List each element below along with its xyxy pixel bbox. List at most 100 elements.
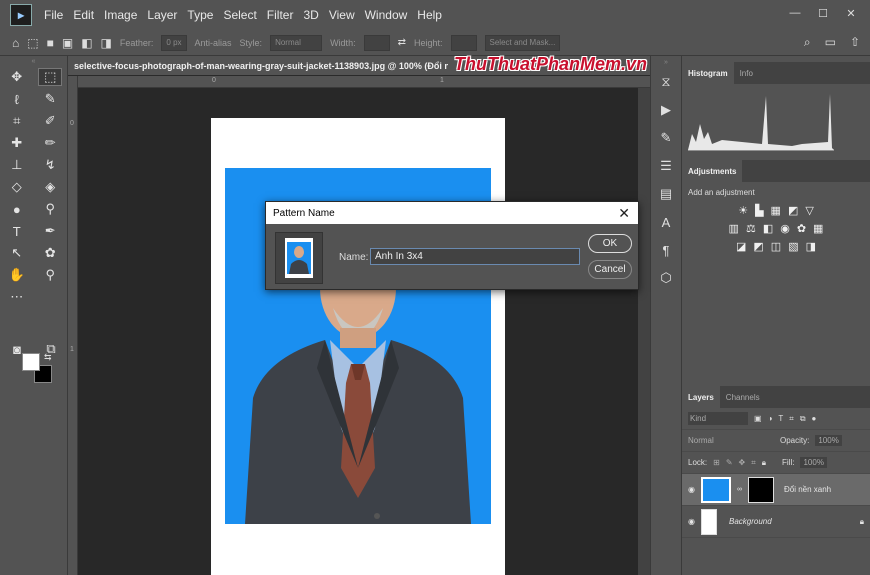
crop-tool-icon[interactable]: ⌗ — [5, 113, 29, 129]
visibility-eye-icon[interactable]: ◉ — [688, 517, 695, 526]
tab-channels[interactable]: Channels — [720, 386, 766, 408]
layer-mask-thumbnail[interactable] — [747, 476, 774, 503]
dock-collapse-icon[interactable]: » — [651, 56, 681, 68]
black-white-icon[interactable]: ◧ — [763, 222, 773, 235]
quick-mask-mode-icon[interactable]: ◙ — [5, 342, 29, 357]
cancel-button[interactable]: Cancel — [588, 260, 632, 279]
close-window-icon[interactable]: ✕ — [838, 4, 864, 22]
zoom-tool-icon[interactable]: ⚲ — [38, 267, 62, 283]
actions-panel-icon[interactable]: ▶ — [651, 96, 681, 124]
color-lookup-icon[interactable]: ▦ — [813, 222, 823, 235]
exposure-icon[interactable]: ◩ — [788, 204, 798, 217]
pen-tool-icon[interactable]: ✒ — [38, 223, 62, 239]
add-selection-icon[interactable]: ▣ — [62, 36, 73, 50]
marquee-preset-icon[interactable]: ⬚ — [27, 36, 38, 50]
opacity-input[interactable]: 100% — [815, 435, 842, 446]
blend-mode-select[interactable]: Normal — [688, 436, 774, 445]
search-icon[interactable]: ⌕ — [804, 35, 811, 50]
lock-artboard-icon[interactable]: ⌗ — [751, 458, 756, 468]
threshold-icon[interactable]: ◫ — [771, 240, 781, 253]
fill-input[interactable]: 100% — [800, 457, 827, 468]
paint-bucket-tool-icon[interactable]: ◈ — [38, 179, 62, 195]
healing-brush-tool-icon[interactable]: ✚ — [5, 135, 29, 151]
canvas-vertical-scrollbar[interactable] — [638, 88, 650, 575]
pattern-name-input[interactable] — [370, 248, 580, 265]
subtract-selection-icon[interactable]: ◧ — [81, 36, 92, 50]
hue-saturation-icon[interactable]: ▥ — [729, 222, 739, 235]
kind-filter-select[interactable]: Kind — [688, 412, 748, 425]
menu-select[interactable]: Select — [223, 8, 256, 22]
vibrance-icon[interactable]: ▽ — [805, 204, 813, 217]
lock-pixels-icon[interactable]: ✎ — [726, 458, 733, 467]
layer-name[interactable]: Đổi nền xanh — [784, 485, 831, 494]
antialias-checkbox[interactable]: Anti-alias — [195, 38, 232, 48]
ok-button[interactable]: OK — [588, 234, 632, 253]
eraser-tool-icon[interactable]: ◇ — [5, 179, 29, 195]
filter-type-icon[interactable]: T — [778, 414, 783, 423]
close-icon[interactable]: ✕ — [618, 205, 630, 222]
visibility-eye-icon[interactable]: ◉ — [688, 485, 695, 494]
dodge-tool-icon[interactable]: ⚲ — [38, 201, 62, 217]
feather-input[interactable]: 0 px — [161, 34, 187, 51]
lock-position-icon[interactable]: ✥ — [739, 458, 746, 467]
type-tool-icon[interactable]: T — [5, 224, 29, 239]
screen-mode-icon[interactable]: ⧉ — [39, 341, 63, 357]
brushes-panel-icon[interactable]: ✎ — [651, 124, 681, 152]
photo-filter-icon[interactable]: ◉ — [780, 222, 790, 235]
path-selection-tool-icon[interactable]: ↖ — [5, 245, 29, 261]
tab-layers[interactable]: Layers — [682, 386, 720, 408]
width-input[interactable] — [363, 34, 390, 51]
brush-tool-icon[interactable]: ✏ — [38, 135, 62, 151]
custom-shape-tool-icon[interactable]: ✿ — [38, 245, 62, 261]
invert-icon[interactable]: ◪ — [736, 240, 746, 253]
tab-histogram[interactable]: Histogram — [682, 62, 734, 84]
tab-adjustments[interactable]: Adjustments — [682, 160, 743, 182]
levels-icon[interactable]: ▙ — [755, 204, 763, 217]
paragraph-panel-icon[interactable]: ¶ — [651, 236, 681, 264]
filter-pixel-icon[interactable]: ▣ — [754, 414, 762, 423]
style-select[interactable]: Normal — [270, 34, 323, 51]
filter-adjustment-icon[interactable]: ◑ — [768, 414, 773, 423]
brightness-contrast-icon[interactable]: ☀ — [738, 204, 748, 217]
menu-file[interactable]: File — [44, 8, 63, 22]
move-tool-icon[interactable]: ✥ — [5, 69, 29, 85]
channel-mixer-icon[interactable]: ✿ — [797, 222, 806, 235]
blur-tool-icon[interactable]: ● — [5, 202, 29, 217]
eyedropper-tool-icon[interactable]: ✐ — [38, 113, 62, 129]
filter-smart-object-icon[interactable]: ⧉ — [800, 414, 806, 424]
lock-transparent-icon[interactable]: ⊞ — [713, 458, 720, 467]
quick-selection-tool-icon[interactable]: ✎ — [38, 91, 62, 107]
posterize-icon[interactable]: ◩ — [753, 240, 763, 253]
menu-image[interactable]: Image — [104, 8, 137, 22]
lock-all-icon[interactable]: 🔒︎ — [762, 458, 766, 468]
more-tools-icon[interactable]: ⋯ — [5, 289, 29, 305]
menu-edit[interactable]: Edit — [73, 8, 94, 22]
menu-filter[interactable]: Filter — [267, 8, 294, 22]
toolbar-collapse[interactable]: « — [0, 56, 67, 66]
curves-icon[interactable]: ▦ — [771, 204, 781, 217]
maximize-icon[interactable]: ☐ — [810, 4, 836, 22]
3d-panel-icon[interactable]: ⬡ — [651, 264, 681, 292]
filter-shape-icon[interactable]: ⌗ — [789, 414, 794, 424]
menu-layer[interactable]: Layer — [147, 8, 177, 22]
chain-link-icon[interactable]: ∞ — [737, 486, 742, 493]
tab-info[interactable]: Info — [734, 62, 759, 84]
history-panel-icon[interactable]: ⧖ — [651, 68, 681, 96]
hand-tool-icon[interactable]: ✋ — [5, 267, 29, 283]
swap-dimensions-icon[interactable]: ⇄ — [398, 37, 406, 48]
gradient-map-icon[interactable]: ▧ — [788, 240, 798, 253]
home-icon[interactable]: ⌂ — [12, 36, 19, 50]
menu-3d[interactable]: 3D — [303, 8, 318, 22]
layer-row[interactable]: ◉ ∞ Đổi nền xanh — [682, 474, 870, 506]
minimize-icon[interactable]: — — [782, 4, 808, 22]
rectangular-marquee-tool-icon[interactable]: ⬚ — [38, 68, 63, 86]
filter-toggle-icon[interactable]: ● — [812, 414, 817, 423]
menu-view[interactable]: View — [329, 8, 355, 22]
menu-type[interactable]: Type — [187, 8, 213, 22]
history-brush-tool-icon[interactable]: ↯ — [38, 157, 62, 173]
menu-window[interactable]: Window — [365, 8, 408, 22]
menu-help[interactable]: Help — [417, 8, 442, 22]
share-icon[interactable]: ⇧ — [850, 35, 860, 50]
properties-panel-icon[interactable]: ▤ — [651, 180, 681, 208]
layer-name[interactable]: Background — [729, 517, 772, 526]
